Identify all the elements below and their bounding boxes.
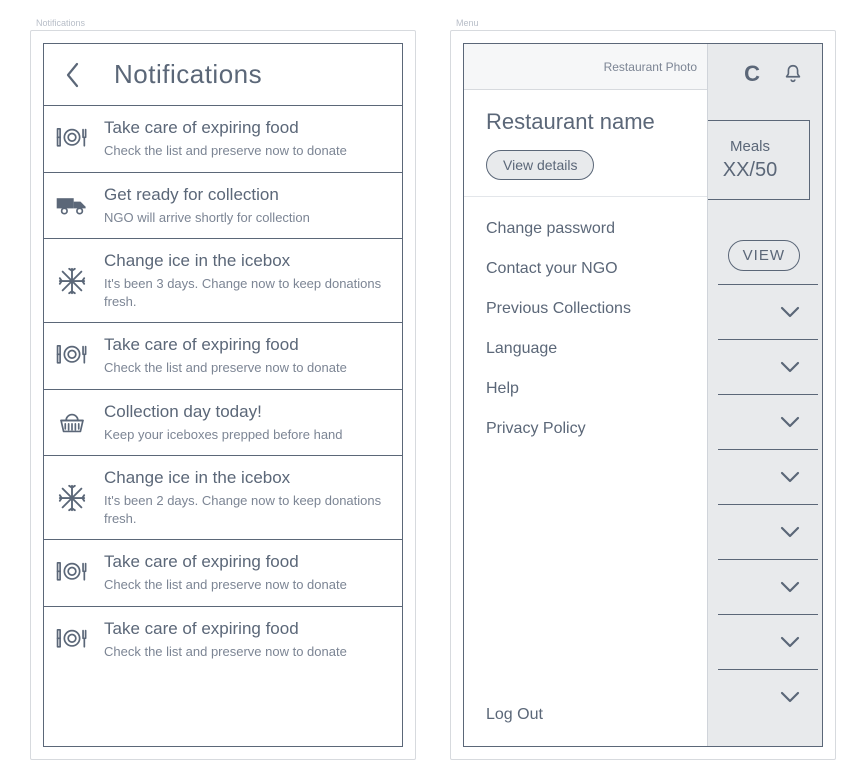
peek-row[interactable] [718,449,818,504]
restaurant-photo-placeholder: Restaurant Photo [464,44,707,90]
plate-icon [54,338,90,374]
plate-icon [54,555,90,591]
chevron-left-icon [65,62,81,88]
notification-body: Check the list and preserve now to donat… [104,359,388,377]
chevron-down-icon [780,636,800,648]
notification-body: Check the list and preserve now to donat… [104,576,388,594]
notification-title: Take care of expiring food [104,335,388,355]
notification-item[interactable]: Get ready for collection NGO will arrive … [44,173,402,240]
chevron-down-icon [780,526,800,538]
view-details-button[interactable]: View details [486,150,594,180]
back-button[interactable] [60,62,86,88]
restaurant-name: Restaurant name [486,108,689,136]
notification-item[interactable]: Take care of expiring food Check the list… [44,106,402,173]
menu-frame: C Meals XX/50 VIEW Restaurant Photo Rest… [450,30,836,760]
frame-label-menu: Menu [456,18,836,28]
meals-label: Meals [730,138,770,155]
peek-row[interactable] [718,614,818,669]
drawer-link[interactable]: Previous Collections [486,289,707,329]
peek-row[interactable] [718,559,818,614]
notification-body: NGO will arrive shortly for collection [104,209,388,227]
notification-title: Take care of expiring food [104,118,388,138]
notification-body: Check the list and preserve now to donat… [104,643,388,661]
chevron-down-icon [780,416,800,428]
notification-item[interactable]: Collection day today! Keep your iceboxes … [44,390,402,457]
notification-item[interactable]: Take care of expiring food Check the list… [44,540,402,607]
notification-body: It's been 2 days. Change now to keep don… [104,492,388,527]
notification-title: Take care of expiring food [104,619,388,639]
notification-title: Take care of expiring food [104,552,388,572]
notification-body: It's been 3 days. Change now to keep don… [104,275,388,310]
peek-row[interactable] [718,669,818,724]
drawer-links: Change passwordContact your NGOPrevious … [464,197,707,707]
meals-value: XX/50 [723,159,777,182]
notification-title: Change ice in the icebox [104,251,388,271]
chevron-down-icon [780,581,800,593]
chevron-down-icon [780,691,800,703]
notifications-title: Notifications [114,59,262,90]
logout-link[interactable]: Log Out [464,706,707,746]
snow-icon [54,480,90,516]
peek-row[interactable] [718,394,818,449]
peek-row[interactable] [718,284,818,339]
meals-card: Meals XX/50 [690,120,810,200]
notifications-header: Notifications [44,44,402,106]
peek-row[interactable] [718,504,818,559]
plate-icon [54,622,90,658]
notification-title: Change ice in the icebox [104,468,388,488]
drawer-link[interactable]: Help [486,369,707,409]
notification-item[interactable]: Take care of expiring food Check the list… [44,607,402,673]
chevron-down-icon [780,306,800,318]
bell-icon[interactable] [782,63,804,85]
snow-icon [54,263,90,299]
plate-icon [54,121,90,157]
basket-icon [54,405,90,441]
peek-logo-letter: C [744,61,760,87]
notifications-list: Take care of expiring food Check the list… [44,106,402,672]
notification-title: Get ready for collection [104,185,388,205]
notification-body: Keep your iceboxes prepped before hand [104,426,388,444]
drawer-link[interactable]: Change password [486,209,707,249]
notification-title: Collection day today! [104,402,388,422]
chevron-down-icon [780,361,800,373]
drawer-link[interactable]: Language [486,329,707,369]
menu-drawer: Restaurant Photo Restaurant name View de… [464,44,708,746]
frame-label-notifications: Notifications [36,18,416,28]
truck-icon [54,187,90,223]
notification-item[interactable]: Change ice in the icebox It's been 3 days… [44,239,402,323]
notification-item[interactable]: Take care of expiring food Check the list… [44,323,402,390]
chevron-down-icon [780,471,800,483]
view-button[interactable]: VIEW [728,240,800,271]
notification-body: Check the list and preserve now to donat… [104,142,388,160]
notifications-frame: Notifications Take care of expiring food… [30,30,416,760]
peek-rows [718,284,818,724]
drawer-link[interactable]: Privacy Policy [486,409,707,449]
peek-row[interactable] [718,339,818,394]
drawer-link[interactable]: Contact your NGO [486,249,707,289]
notification-item[interactable]: Change ice in the icebox It's been 2 days… [44,456,402,540]
